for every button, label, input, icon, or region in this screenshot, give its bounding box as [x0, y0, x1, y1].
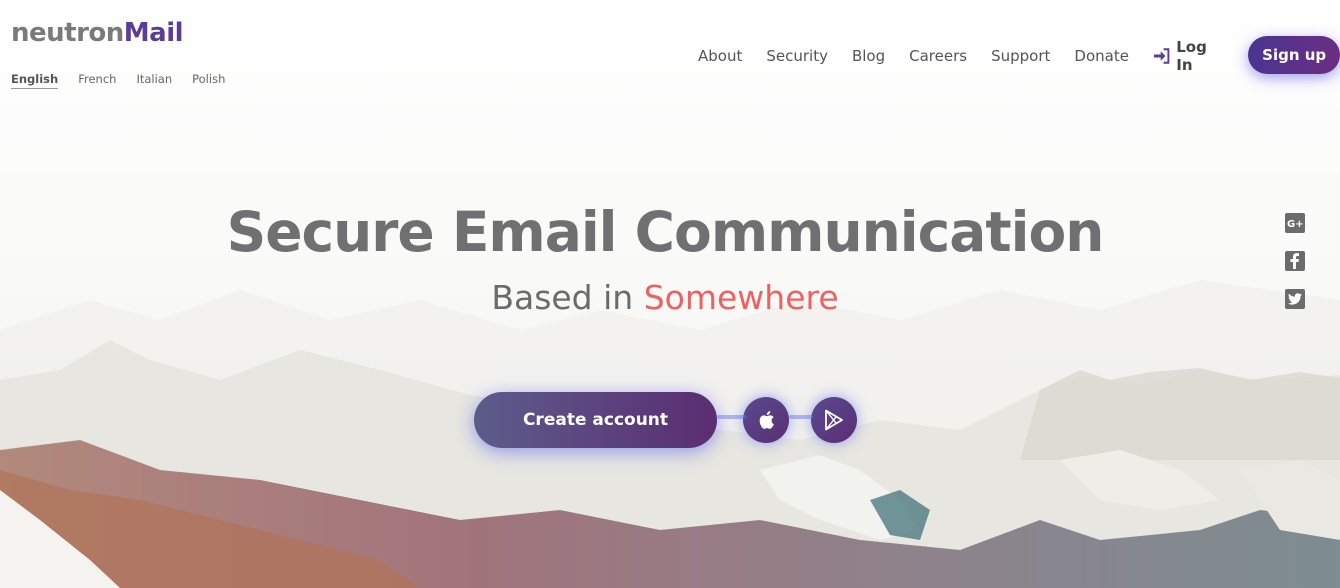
nav-blog[interactable]: Blog: [852, 47, 885, 65]
cta-connector: [717, 415, 747, 419]
twitter-icon[interactable]: [1285, 289, 1305, 309]
create-account-button[interactable]: Create account: [474, 392, 717, 448]
hero-title: Secure Email Communication: [226, 200, 1105, 264]
google-play-button[interactable]: [811, 397, 857, 443]
facebook-icon[interactable]: [1285, 251, 1305, 271]
login-label: Log In: [1176, 38, 1207, 74]
nav-security[interactable]: Security: [766, 47, 828, 65]
nav-support[interactable]: Support: [991, 47, 1050, 65]
hero-subtitle-place: Somewhere: [643, 278, 839, 317]
signup-button[interactable]: Sign up: [1248, 36, 1340, 74]
language-italian[interactable]: Italian: [136, 72, 172, 89]
logo[interactable]: neutronMail: [11, 18, 184, 48]
nav-careers[interactable]: Careers: [909, 47, 967, 65]
cta-row: Create account: [474, 392, 857, 448]
apple-icon: [759, 411, 774, 429]
svg-text:G+: G+: [1287, 219, 1303, 229]
cta-connector: [789, 415, 813, 419]
logo-text-mail: Mail: [123, 18, 184, 48]
main-nav: About Security Blog Careers Support Dona…: [698, 36, 1340, 74]
hero-subtitle-prefix: Based in: [491, 278, 634, 317]
language-french[interactable]: French: [78, 72, 116, 89]
language-english[interactable]: English: [11, 72, 59, 89]
google-play-icon: [825, 409, 843, 431]
google-plus-icon[interactable]: G+: [1285, 213, 1305, 233]
hero-subtitle: Based in Somewhere: [0, 278, 1330, 317]
nav-about[interactable]: About: [698, 47, 742, 65]
logo-text-neutron: neutron: [11, 18, 124, 48]
nav-donate[interactable]: Donate: [1074, 47, 1129, 65]
sign-in-icon: [1153, 48, 1170, 64]
language-selector: English French Italian Polish: [11, 72, 245, 89]
login-link[interactable]: Log In: [1153, 38, 1226, 74]
apple-app-button[interactable]: [743, 397, 789, 443]
social-share: G+: [1285, 213, 1305, 327]
language-polish[interactable]: Polish: [192, 72, 225, 89]
